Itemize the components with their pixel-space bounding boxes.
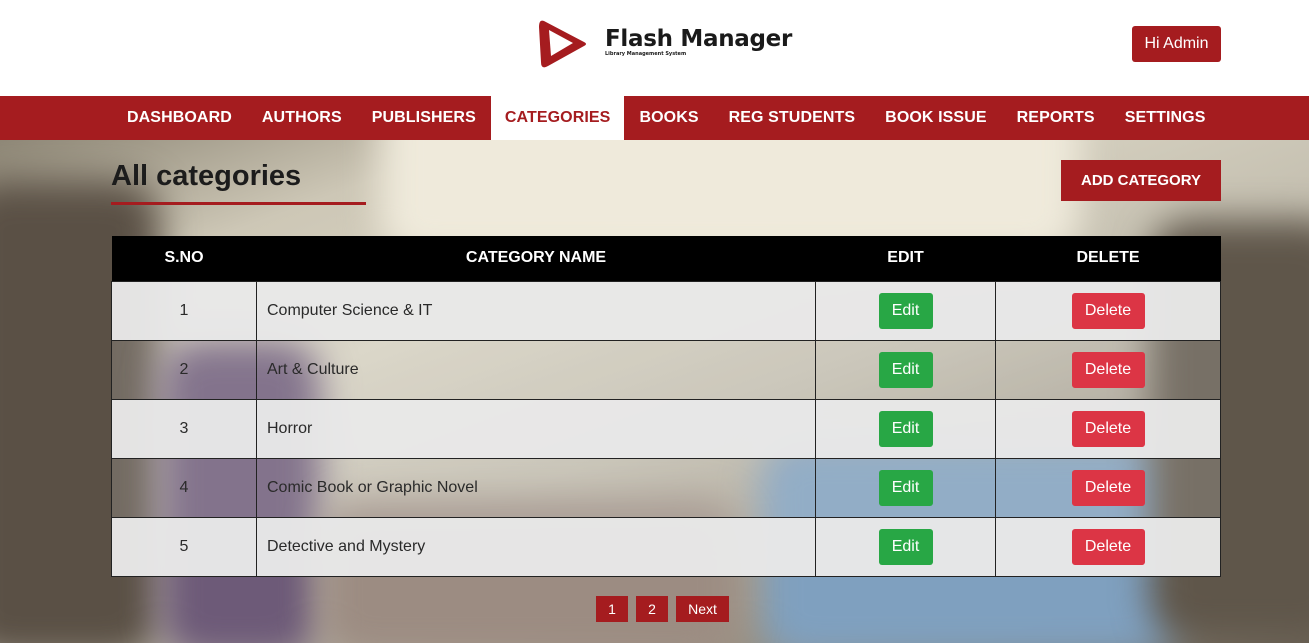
table-row: 3 Horror Edit Delete bbox=[111, 398, 1221, 459]
edit-button[interactable]: Edit bbox=[878, 351, 933, 388]
table-header-row: S.NO CATEGORY NAME EDIT DELETE bbox=[111, 236, 1221, 281]
row-sno: 1 bbox=[111, 280, 257, 341]
nav-item-dashboard[interactable]: DASHBOARD bbox=[112, 96, 247, 140]
row-category-name: Detective and Mystery bbox=[256, 516, 816, 577]
nav-item-books[interactable]: BOOKS bbox=[624, 96, 713, 140]
page-2-button[interactable]: 2 bbox=[636, 596, 668, 622]
app-header: Flash Manager Library Management System … bbox=[0, 0, 1309, 96]
table-row: 2 Art & Culture Edit Delete bbox=[111, 339, 1221, 400]
nav-item-book-issue[interactable]: BOOK ISSUE bbox=[870, 96, 1001, 140]
user-menu-button[interactable]: Hi Admin bbox=[1132, 26, 1221, 62]
nav-item-categories[interactable]: CATEGORIES bbox=[490, 96, 625, 140]
row-category-name: Art & Culture bbox=[256, 339, 816, 400]
delete-button[interactable]: Delete bbox=[1071, 410, 1145, 447]
nav-item-publishers[interactable]: PUBLISHERS bbox=[357, 96, 491, 140]
page-title: All categories bbox=[111, 160, 302, 192]
main-nav: DASHBOARD AUTHORS PUBLISHERS CATEGORIES … bbox=[0, 96, 1309, 140]
nav-item-authors[interactable]: AUTHORS bbox=[247, 96, 357, 140]
play-logo-icon bbox=[539, 20, 586, 68]
edit-button[interactable]: Edit bbox=[878, 292, 933, 329]
delete-button[interactable]: Delete bbox=[1071, 351, 1145, 388]
nav-item-reports[interactable]: REPORTS bbox=[1002, 96, 1110, 140]
edit-button[interactable]: Edit bbox=[878, 410, 933, 447]
edit-button[interactable]: Edit bbox=[878, 469, 933, 506]
add-category-button[interactable]: ADD CATEGORY bbox=[1061, 160, 1221, 201]
column-header-category-name: CATEGORY NAME bbox=[256, 236, 816, 281]
page-1-button[interactable]: 1 bbox=[596, 596, 628, 622]
delete-button[interactable]: Delete bbox=[1071, 469, 1145, 506]
row-sno: 4 bbox=[111, 457, 257, 518]
row-category-name: Computer Science & IT bbox=[256, 280, 816, 341]
table-row: 1 Computer Science & IT Edit Delete bbox=[111, 280, 1221, 341]
row-category-name: Comic Book or Graphic Novel bbox=[256, 457, 816, 518]
edit-button[interactable]: Edit bbox=[878, 528, 933, 565]
table-row: 5 Detective and Mystery Edit Delete bbox=[111, 516, 1221, 577]
delete-button[interactable]: Delete bbox=[1071, 292, 1145, 329]
row-category-name: Horror bbox=[256, 398, 816, 459]
delete-button[interactable]: Delete bbox=[1071, 528, 1145, 565]
categories-table: S.NO CATEGORY NAME EDIT DELETE 1 Compute… bbox=[111, 236, 1221, 577]
app-logo[interactable]: Flash Manager Library Management System bbox=[535, 15, 792, 71]
pagination: 1 2 Next bbox=[596, 596, 729, 622]
logo-title: Flash Manager bbox=[605, 26, 792, 52]
column-header-sno: S.NO bbox=[111, 236, 257, 281]
row-sno: 5 bbox=[111, 516, 257, 577]
title-underline bbox=[111, 202, 366, 205]
column-header-edit: EDIT bbox=[815, 236, 996, 281]
row-sno: 3 bbox=[111, 398, 257, 459]
next-page-button[interactable]: Next bbox=[676, 596, 729, 622]
column-header-delete: DELETE bbox=[995, 236, 1221, 281]
nav-item-settings[interactable]: SETTINGS bbox=[1110, 96, 1221, 140]
nav-item-reg-students[interactable]: REG STUDENTS bbox=[714, 96, 871, 140]
table-row: 4 Comic Book or Graphic Novel Edit Delet… bbox=[111, 457, 1221, 518]
row-sno: 2 bbox=[111, 339, 257, 400]
